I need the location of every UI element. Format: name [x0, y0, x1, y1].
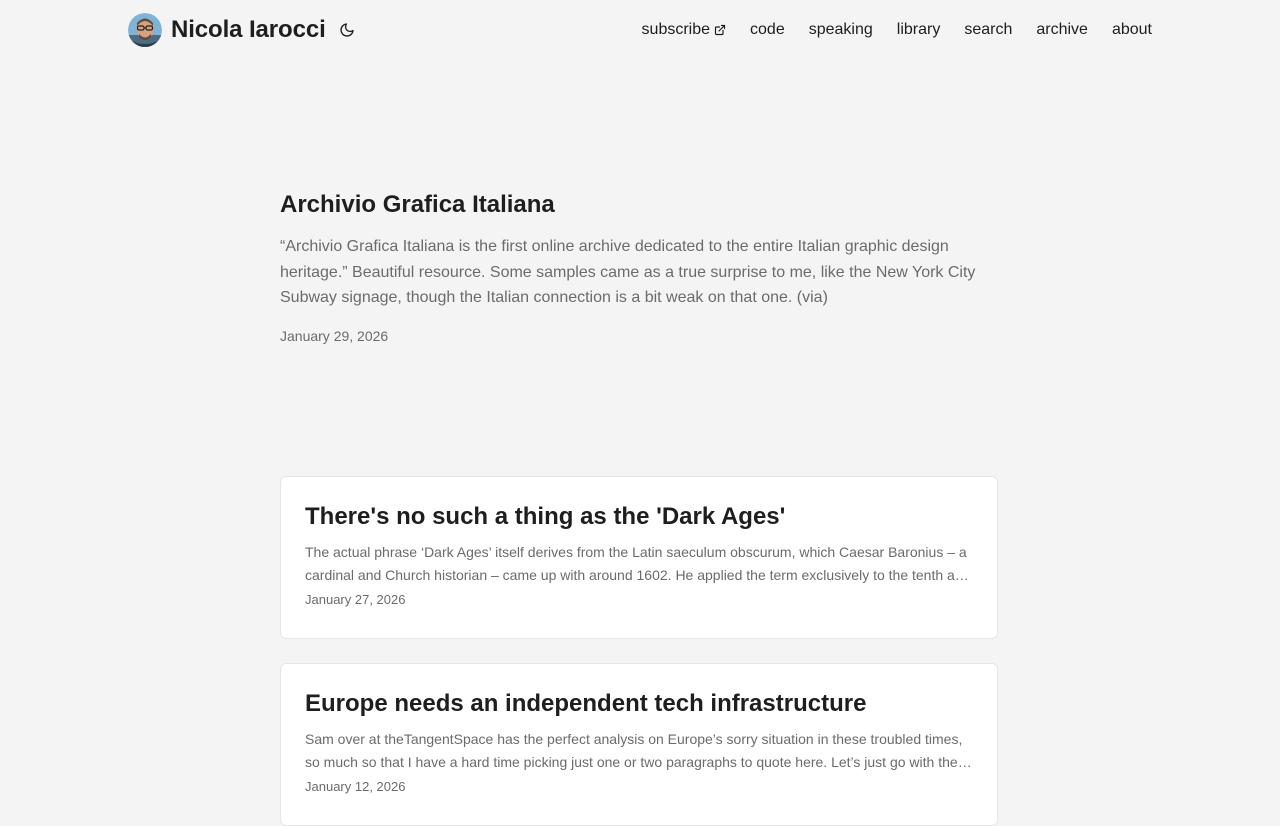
post-date: January 12, 2026	[305, 779, 406, 794]
nav-subscribe[interactable]: subscribe	[642, 21, 726, 39]
site-header: Nicola Iarocci subscribe code speaking l…	[128, 0, 1152, 60]
post-title[interactable]: There's no such a thing as the 'Dark Age…	[305, 501, 973, 533]
main-nav: subscribe code speaking library search a…	[642, 21, 1152, 39]
post-card[interactable]: There's no such a thing as the 'Dark Age…	[280, 476, 998, 639]
post-title[interactable]: Europe needs an independent tech infrast…	[305, 688, 973, 720]
moon-icon[interactable]	[338, 21, 356, 39]
nav-search[interactable]: search	[964, 21, 1012, 39]
nav-code[interactable]: code	[750, 21, 785, 39]
nav-about[interactable]: about	[1112, 21, 1152, 39]
nav-library[interactable]: library	[897, 21, 941, 39]
nav-subscribe-label: subscribe	[641, 21, 711, 38]
external-link-icon	[714, 24, 726, 36]
brand[interactable]: Nicola Iarocci	[128, 13, 356, 47]
post-excerpt: The actual phrase ‘Dark Ages’ itself der…	[305, 544, 971, 583]
featured-body: “Archivio Grafica Italiana is the first …	[280, 238, 976, 306]
featured-date: January 29, 2026	[280, 327, 389, 344]
avatar-image	[128, 13, 162, 47]
post-excerpt: Sam over at theTangentSpace has the perf…	[305, 731, 963, 770]
post-date: January 27, 2026	[305, 592, 406, 607]
post-card[interactable]: Europe needs an independent tech infrast…	[280, 663, 998, 826]
featured-title[interactable]: Archivio Grafica Italiana	[280, 188, 1000, 222]
avatar[interactable]	[128, 13, 162, 47]
nav-archive[interactable]: archive	[1036, 21, 1088, 39]
site-title[interactable]: Nicola Iarocci	[171, 16, 326, 44]
featured-post: Archivio Grafica Italiana “Archivio Graf…	[280, 188, 1000, 344]
nav-speaking[interactable]: speaking	[809, 21, 873, 39]
